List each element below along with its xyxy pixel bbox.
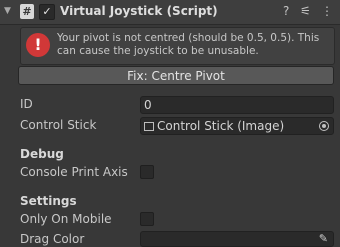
control-stick-label: Control Stick [20,118,97,132]
context-menu-icon[interactable]: ⋮ [321,4,333,18]
id-field[interactable]: 0 [140,96,334,114]
control-stick-value: Control Stick (Image) [157,119,285,133]
object-picker-icon[interactable] [319,121,329,131]
console-print-axis-checkbox[interactable] [140,165,154,179]
presets-icon[interactable]: ⚟ [300,4,311,18]
console-print-axis-label: Console Print Axis [20,165,128,179]
script-icon: # [20,4,34,19]
fix-centre-pivot-button[interactable]: Fix: Centre Pivot [18,66,334,85]
control-stick-field[interactable]: Control Stick (Image) [140,117,334,135]
only-on-mobile-checkbox[interactable] [140,212,154,226]
settings-section-title: Settings [20,194,77,208]
foldout-arrow-icon[interactable]: ▼ [4,6,11,16]
debug-section-title: Debug [20,147,64,161]
component-enabled-checkbox[interactable]: ✓ [39,4,55,20]
error-icon: ! [26,33,50,57]
pivot-warning-text: Your pivot is not centred (should be 0.5… [57,32,320,57]
pivot-warning-box: ! Your pivot is not centred (should be 0… [20,27,335,65]
eyedropper-icon[interactable]: ✎ [319,232,328,245]
drag-color-field[interactable]: ✎ [140,231,334,247]
only-on-mobile-label: Only On Mobile [20,212,112,226]
image-component-icon [144,122,154,131]
component-header[interactable]: ▼ # ✓ Virtual Joystick (Script) ? ⚟ ⋮ [0,0,340,25]
component-title: Virtual Joystick (Script) [60,4,218,18]
id-label: ID [20,97,33,111]
help-icon[interactable]: ? [283,4,289,18]
